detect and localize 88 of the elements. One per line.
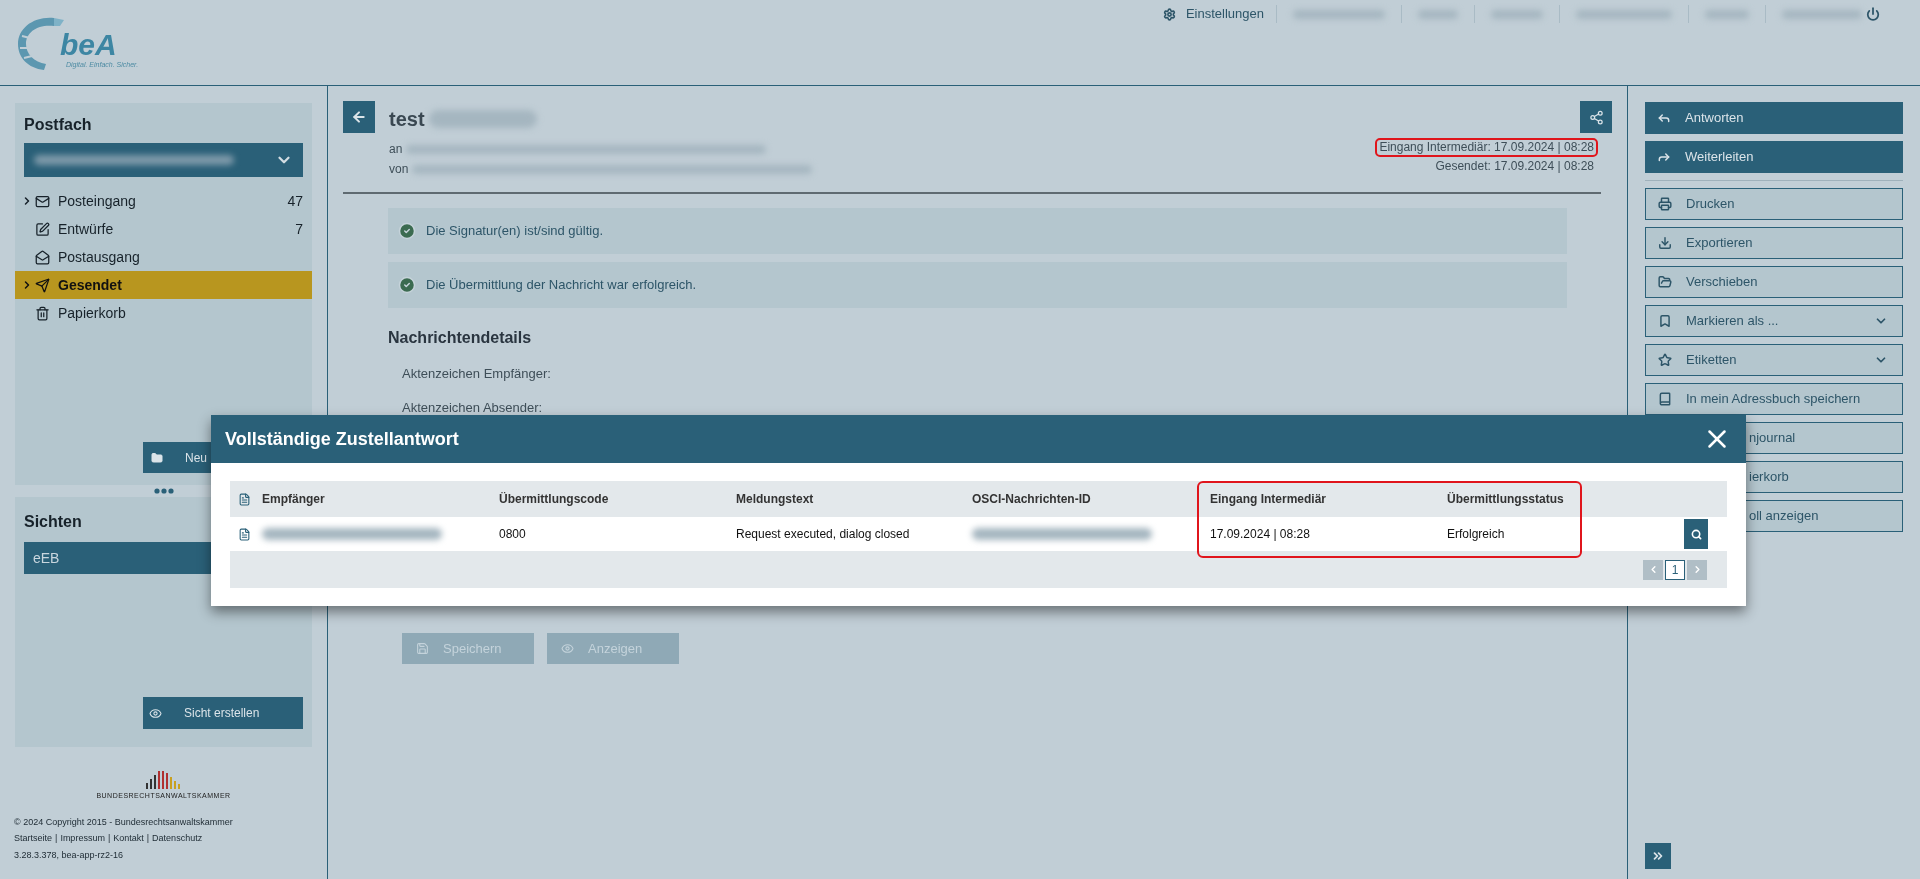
forward-icon — [1657, 150, 1671, 164]
column-header: OSCI-Nachrichten-ID — [972, 491, 1092, 508]
footer-link[interactable]: Impressum — [60, 832, 105, 846]
envelope-icon — [35, 193, 50, 209]
detail-label: Aktenzeichen Absender: — [402, 398, 544, 417]
folder-label: Gesendet — [58, 275, 123, 295]
column-header: Meldungstext — [736, 491, 815, 508]
double-chevron-icon — [1651, 849, 1665, 863]
pencil-icon — [35, 221, 50, 237]
dialog-title: Vollständige Zustellantwort — [225, 427, 459, 451]
action-button[interactable]: Markieren als ... — [1645, 305, 1903, 337]
action-button[interactable]: Exportieren — [1645, 227, 1903, 259]
folder-item[interactable]: Papierkorb — [15, 299, 312, 327]
star-icon — [1658, 353, 1672, 367]
from-label: von — [389, 161, 409, 178]
footer-link[interactable]: Kontakt — [113, 832, 144, 846]
trash-icon — [35, 305, 50, 321]
back-arrow-icon — [351, 109, 367, 125]
printer-icon — [1658, 197, 1672, 211]
folder-count: 47 — [287, 191, 303, 211]
table-cell: 0800 — [499, 517, 736, 551]
folder-item[interactable]: Postausgang — [15, 243, 312, 271]
back-button[interactable] — [343, 101, 375, 133]
folder-label: Entwürfe — [58, 219, 115, 239]
action-button[interactable]: Antworten — [1645, 102, 1903, 134]
action-button[interactable]: In mein Adressbuch speichern — [1645, 383, 1903, 415]
date-line: Eingang Intermediär: 17.09.2024 | 08:28 — [1375, 138, 1598, 157]
link-separator: | — [107, 832, 111, 845]
power-icon[interactable] — [1866, 7, 1880, 21]
action-button[interactable]: Etiketten — [1645, 344, 1903, 376]
save-icon — [416, 642, 429, 655]
link-separator: | — [146, 832, 150, 845]
folder-icon — [1658, 275, 1672, 289]
create-view-button[interactable]: Sicht erstellen — [143, 697, 303, 729]
document-icon — [238, 492, 251, 506]
folder-label: Postausgang — [58, 247, 141, 267]
logo-wordmark: beA — [60, 30, 118, 60]
page-button[interactable]: 1 — [1665, 559, 1685, 580]
book-icon — [1658, 392, 1672, 406]
table-cell: Erfolgreich — [1447, 517, 1684, 551]
bookmark-icon — [1658, 314, 1672, 328]
table-cell: 17.09.2024 | 08:28 — [1210, 517, 1447, 551]
search-button[interactable] — [1684, 519, 1708, 549]
reply-icon — [1657, 111, 1671, 125]
section-title: Nachrichtendetails — [388, 328, 533, 348]
table-cell: Request executed, dialog closed — [736, 517, 972, 551]
column-header: Eingang Intermediär — [1210, 491, 1328, 508]
search-icon — [1690, 528, 1702, 540]
folder-item[interactable]: Entwürfe 7 — [15, 215, 312, 243]
share-button[interactable] — [1580, 101, 1612, 133]
to-label: an — [389, 141, 403, 158]
copyright-text: © 2024 Copyright 2015 - Bundesrechtsanwaltskammer — [14, 815, 234, 829]
download-icon — [1658, 236, 1672, 250]
drag-handle-icon[interactable] — [153, 488, 174, 494]
date-line: Gesendet: 17.09.2024 | 08:28 — [1434, 158, 1595, 175]
column-header: Empfänger — [262, 491, 326, 508]
panel-title: Postfach — [24, 115, 93, 135]
document-icon — [238, 527, 251, 541]
paper-plane-icon — [35, 277, 50, 293]
alert-text: Die Übermittlung der Nachricht war erfolgreich. — [426, 276, 697, 295]
folder-label: Posteingang — [58, 191, 137, 211]
eye-icon — [149, 706, 162, 720]
expand-panel-button[interactable] — [1645, 843, 1671, 869]
folder-item[interactable]: Gesendet — [15, 271, 312, 299]
open-envelope-icon — [35, 249, 50, 265]
share-icon — [1588, 109, 1604, 125]
detail-label: Aktenzeichen Empfänger: — [402, 365, 552, 383]
check-circle-icon — [398, 222, 416, 240]
folder-icon — [151, 451, 163, 464]
action-button[interactable]: Weiterleiten — [1645, 141, 1903, 173]
alert-text: Die Signatur(en) ist/sind gültig. — [426, 222, 604, 241]
eye-icon — [561, 642, 574, 655]
column-header: Übermittlungsstatus — [1447, 491, 1565, 508]
folder-item[interactable]: Posteingang 47 — [15, 187, 312, 215]
version-text: 3.28.3.378, bea-app-rz2-16 — [14, 848, 125, 862]
column-header: Übermittlungscode — [499, 491, 610, 508]
message-subject: test — [389, 107, 425, 132]
link-separator: | — [55, 832, 58, 845]
action-button[interactable]: Verschieben — [1645, 266, 1903, 298]
check-circle-icon — [398, 276, 416, 294]
action-button[interactable]: Drucken — [1645, 188, 1903, 220]
folder-count: 7 — [295, 219, 303, 239]
panel-title: Sichten — [24, 512, 83, 532]
footer-link[interactable]: Datenschutz — [152, 832, 203, 846]
settings-link[interactable]: Einstellungen — [1150, 5, 1276, 23]
settings-icon — [1162, 7, 1176, 21]
footer-link[interactable]: Startseite — [14, 832, 53, 846]
folder-label: Papierkorb — [58, 303, 127, 323]
